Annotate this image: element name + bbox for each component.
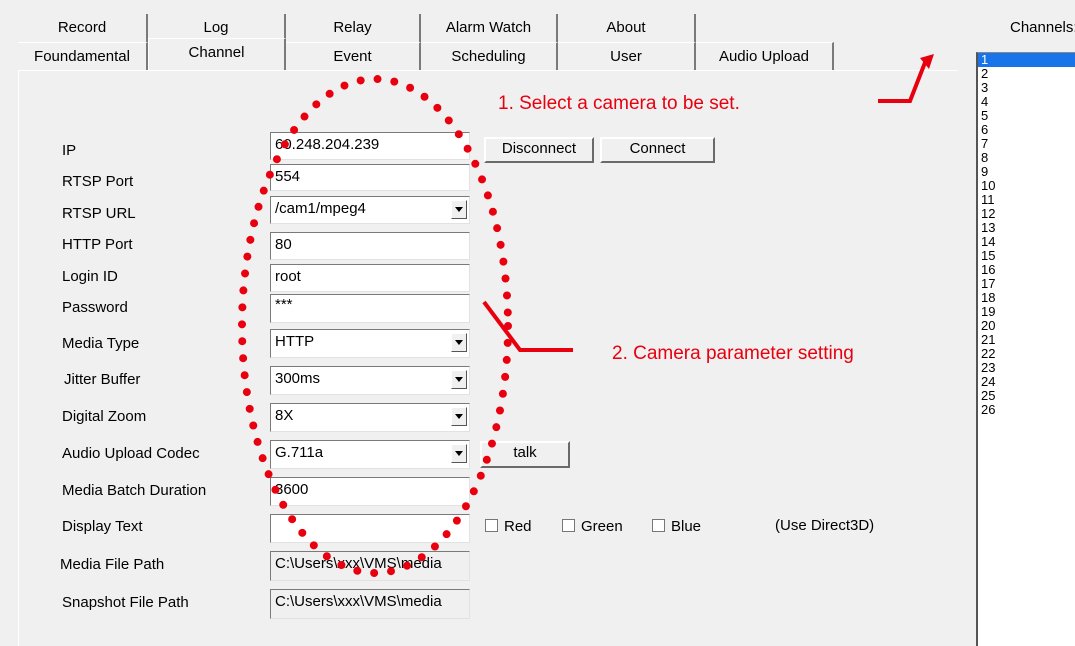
annotation-overlay: [238, 54, 934, 577]
arrow-line-step2: [482, 300, 573, 352]
arrow-line-step1: [878, 59, 928, 103]
dotted-ellipse: [238, 75, 512, 577]
